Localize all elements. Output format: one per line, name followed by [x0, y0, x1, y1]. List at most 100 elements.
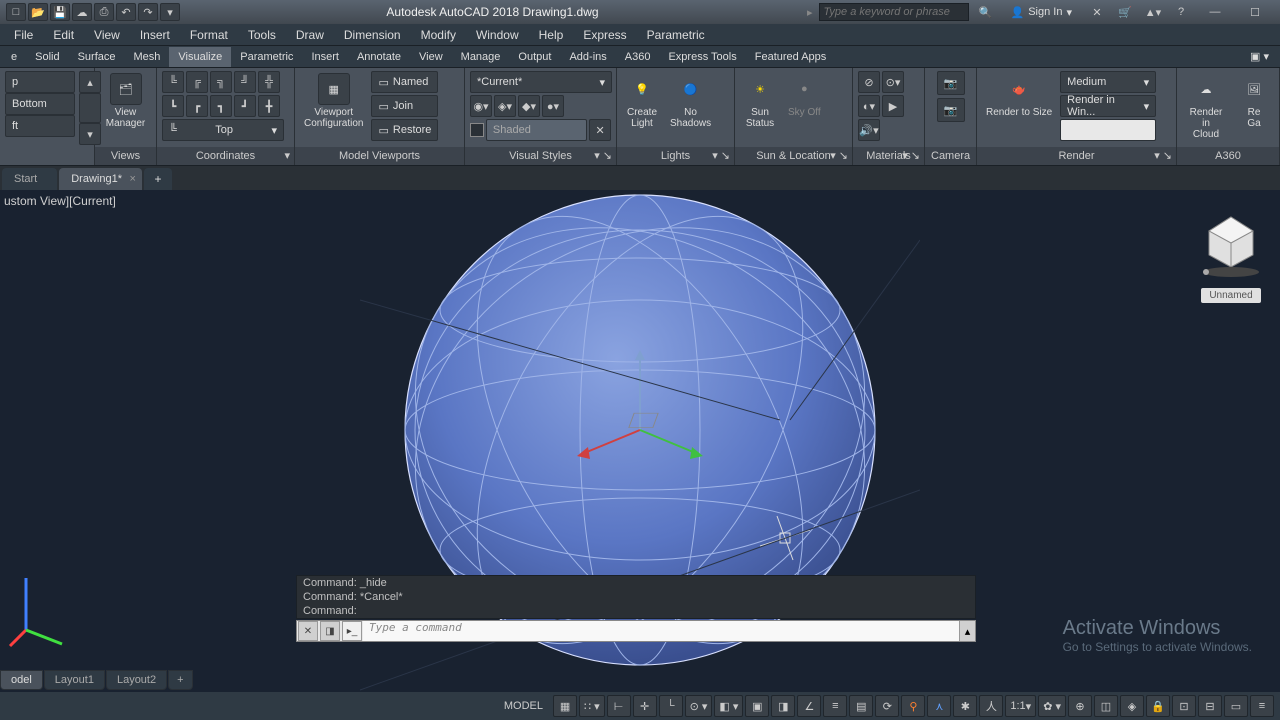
viewport-config-button[interactable]: ▦ Viewport Configuration	[300, 71, 367, 131]
qat-undo-icon[interactable]: ↶	[116, 3, 136, 21]
status-clean-icon[interactable]: ▭	[1224, 695, 1248, 717]
layout-1[interactable]: Layout1	[44, 670, 105, 690]
menu-window[interactable]: Window	[466, 25, 529, 45]
cart-icon[interactable]: 🛒	[1114, 3, 1136, 21]
a360-icon[interactable]: ▲▾	[1142, 3, 1164, 21]
menu-format[interactable]: Format	[180, 25, 238, 45]
menu-file[interactable]: File	[4, 25, 43, 45]
status-custom-icon[interactable]: ≡	[1250, 695, 1274, 717]
status-units-icon[interactable]: ◫	[1094, 695, 1118, 717]
mat-icon-2[interactable]: ⊙▾	[882, 71, 904, 93]
rtab-insert[interactable]: Insert	[302, 47, 348, 67]
rtab-prev[interactable]: e	[2, 47, 26, 67]
render-quality-combo[interactable]: Medium▾	[1060, 71, 1156, 93]
status-ws-icon[interactable]: ✿ ▾	[1038, 695, 1066, 717]
camera-icon[interactable]: 📷	[937, 71, 965, 95]
ucs-icon-10[interactable]: ╋	[258, 95, 280, 117]
mat-icon-3[interactable]: ◐▾	[858, 95, 880, 117]
named-button[interactable]: ▭Named	[371, 71, 438, 93]
cmd-recent-icon[interactable]: ◨	[320, 621, 340, 641]
status-wheel-icon[interactable]: ⚲	[901, 695, 925, 717]
join-button[interactable]: ▭Join	[371, 95, 438, 117]
render-gallery-button[interactable]: 🖼 Re Ga	[1234, 71, 1274, 131]
rtab-solid[interactable]: Solid	[26, 47, 68, 67]
mat-icon-1[interactable]: ⊘	[858, 71, 880, 93]
rtab-visualize[interactable]: Visualize	[169, 47, 231, 67]
status-model[interactable]: MODEL	[496, 695, 551, 717]
ucs-icon-6[interactable]: ┗	[162, 95, 184, 117]
vs-shaded-combo[interactable]: Shaded	[486, 119, 587, 141]
status-qp-icon[interactable]: ◈	[1120, 695, 1144, 717]
menu-edit[interactable]: Edit	[43, 25, 84, 45]
vs-icon-1[interactable]: ◉▾	[470, 95, 492, 117]
status-ann-icon[interactable]: ⋏	[927, 695, 951, 717]
viewcube-ucs-label[interactable]: Unnamed	[1201, 288, 1260, 303]
visualstyle-combo[interactable]: *Current*▾	[470, 71, 612, 93]
sign-in-button[interactable]: 👤 Sign In ▾	[1003, 6, 1080, 19]
status-snap-icon[interactable]: ∷ ▾	[579, 695, 605, 717]
command-input[interactable]: Type a command	[363, 621, 959, 641]
menu-dimension[interactable]: Dimension	[334, 25, 411, 45]
ucs-icon-9[interactable]: ┛	[234, 95, 256, 117]
status-ann2-icon[interactable]: ✱	[953, 695, 977, 717]
minimize-button[interactable]: —	[1198, 3, 1232, 21]
rtab-annotate[interactable]: Annotate	[348, 47, 410, 67]
ucs-icon-3[interactable]: ╗	[210, 71, 232, 93]
status-infer-icon[interactable]: ⊢	[607, 695, 631, 717]
render-output-field[interactable]	[1060, 119, 1156, 141]
status-iso2-icon[interactable]: ⊟	[1198, 695, 1222, 717]
search-input[interactable]	[819, 3, 969, 21]
status-hw-icon[interactable]: ⊡	[1172, 695, 1196, 717]
viewport[interactable]: ustom View][Current]	[0, 190, 1280, 692]
camera-show-icon[interactable]: 📷	[937, 98, 965, 122]
menu-tools[interactable]: Tools	[238, 25, 286, 45]
ucs-combo[interactable]: ╚Top▾	[162, 119, 284, 141]
qat-open-icon[interactable]: 📂	[28, 3, 48, 21]
status-lwt-icon[interactable]: ≡	[823, 695, 847, 717]
layout-add-button[interactable]: +	[168, 670, 192, 690]
search-icon[interactable]: 🔍	[975, 3, 997, 21]
qat-save-icon[interactable]: 💾	[50, 3, 70, 21]
ucs-icon-7[interactable]: ┏	[186, 95, 208, 117]
menu-parametric[interactable]: Parametric	[637, 25, 715, 45]
mat-icon-4[interactable]: ▶	[882, 95, 904, 117]
status-otrack-icon[interactable]: ∠	[797, 695, 821, 717]
filetab-start[interactable]: Start	[2, 168, 57, 190]
nview-left[interactable]: ft	[5, 115, 75, 137]
vs-check[interactable]	[470, 123, 484, 137]
view-manager-button[interactable]: 🗂 View Manager	[102, 71, 149, 131]
rtab-view[interactable]: View	[410, 47, 452, 67]
status-scale[interactable]: 1:1 ▾	[1005, 695, 1036, 717]
rtab-mesh[interactable]: Mesh	[125, 47, 170, 67]
menu-modify[interactable]: Modify	[411, 25, 466, 45]
close-icon[interactable]: ×	[130, 173, 136, 185]
rtab-addins[interactable]: Add-ins	[560, 47, 615, 67]
rtab-featured[interactable]: Featured Apps	[746, 47, 836, 67]
status-iso-icon[interactable]: ◧ ▾	[714, 695, 743, 717]
viewcube-base-icon[interactable]	[1200, 266, 1262, 278]
rtab-parametric[interactable]: Parametric	[231, 47, 302, 67]
menu-express[interactable]: Express	[573, 25, 636, 45]
ucs-icon-5[interactable]: ╬	[258, 71, 280, 93]
vs-icon-2[interactable]: ◈▾	[494, 95, 516, 117]
view-label[interactable]: ustom View][Current]	[4, 194, 116, 208]
menu-view[interactable]: View	[84, 25, 130, 45]
menu-draw[interactable]: Draw	[286, 25, 334, 45]
status-polar-icon[interactable]: ⊙ ▾	[685, 695, 713, 717]
status-cycle-icon[interactable]: ⟳	[875, 695, 899, 717]
restore-button[interactable]: ▭Restore	[371, 119, 438, 141]
menu-insert[interactable]: Insert	[130, 25, 180, 45]
cmd-up-icon[interactable]: ▴	[959, 621, 975, 641]
menu-help[interactable]: Help	[529, 25, 574, 45]
status-annscale-icon[interactable]: 人	[979, 695, 1003, 717]
qat-saveas-icon[interactable]: ☁	[72, 3, 92, 21]
status-grid-icon[interactable]: ▦	[553, 695, 577, 717]
filetab-drawing1[interactable]: Drawing1*×	[59, 168, 142, 190]
status-lock-icon[interactable]: 🔒	[1146, 695, 1170, 717]
status-ortho-icon[interactable]: └	[659, 695, 683, 717]
rtab-manage[interactable]: Manage	[452, 47, 510, 67]
layout-model[interactable]: odel	[0, 670, 43, 690]
create-light-button[interactable]: 💡 Create Light	[622, 71, 662, 131]
ucs-icon-8[interactable]: ┓	[210, 95, 232, 117]
exchange-icon[interactable]: ✕	[1086, 3, 1108, 21]
